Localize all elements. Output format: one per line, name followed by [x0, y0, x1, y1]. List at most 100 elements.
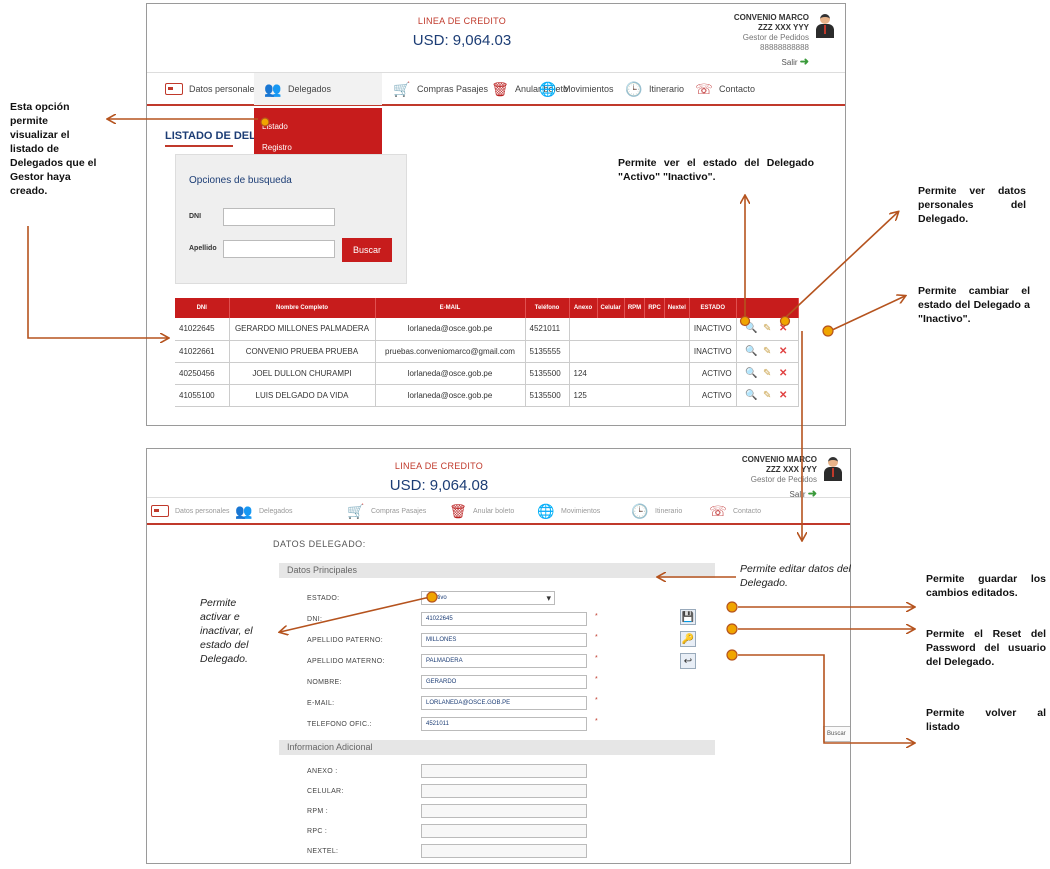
nav-label: Contacto [733, 507, 762, 515]
nav-datos-personales[interactable]: Datos personales [165, 73, 259, 105]
email-label: E-MAIL: [307, 700, 335, 707]
cell-status: ACTIVO [689, 384, 737, 407]
dni-label: DNI: [307, 616, 323, 623]
required-mark: * [595, 676, 598, 683]
nav-itinerario[interactable]: 🕒 Itinerario [631, 498, 682, 524]
dropdown-item-registro[interactable]: Registro [254, 131, 382, 152]
estado-select[interactable]: Inactivo [421, 591, 555, 605]
delegados-list-screenshot: LINEA DE CREDITO USD: 9,064.03 CONVENIO … [146, 3, 846, 426]
cell-anexo: 124 [569, 362, 690, 385]
user-avatar-icon [815, 14, 835, 38]
annotation-estado-view: Permite ver el estado del Delegado "Acti… [618, 157, 814, 183]
view-icon[interactable]: 🔍 [745, 346, 757, 357]
celular-field[interactable] [421, 784, 587, 798]
search-title: Opciones de busqueda [189, 175, 292, 186]
user-company: CONVENIO MARCO [733, 13, 809, 22]
delete-icon[interactable]: ✕ [777, 346, 789, 357]
nav-contacto[interactable]: ☏ Contacto [695, 73, 755, 105]
nextel-field[interactable] [421, 844, 587, 858]
save-button[interactable]: 💾 [680, 609, 696, 625]
delegados-table: DNI Nombre Completo E-MAIL Teléfono Anex… [175, 298, 799, 407]
id-card-icon [165, 83, 183, 95]
nav-compras-pasajes[interactable]: 🛒 Compras Pasajes [393, 73, 488, 105]
id-card-icon [151, 505, 169, 517]
buscar-button[interactable]: Buscar [342, 238, 392, 262]
telefono-field[interactable]: 4521011 [421, 717, 587, 731]
title-underline [165, 145, 233, 147]
apellido-label: Apellido [189, 245, 217, 252]
form-title: DATOS DELEGADO: [273, 539, 366, 549]
estado-label: ESTADO: [307, 595, 340, 602]
rpm-field[interactable] [421, 804, 587, 818]
user-role: Gestor de Pedidos [742, 33, 809, 42]
globe-icon: 🌐 [539, 80, 557, 97]
edit-icon[interactable]: ✎ [761, 390, 773, 401]
user-id: 88888888888 [760, 43, 809, 52]
credit-amount: USD: 9,064.03 [412, 32, 512, 49]
cell-name: GERARDO MILLONES PALMADERA [229, 318, 376, 341]
col-header: Nombre Completo [229, 298, 376, 318]
cell-anexo [569, 340, 690, 363]
logout-link[interactable]: Salir ➜ [707, 57, 809, 68]
section-informacion-adicional: Informacion Adicional [279, 740, 715, 755]
reset-password-button[interactable]: 🔑 [680, 631, 696, 647]
cell-name: LUIS DELGADO DA VIDA [229, 384, 376, 407]
dni-field[interactable]: 41022645 [421, 612, 587, 626]
back-icon: ↩ [683, 655, 693, 667]
buscar-button-cut[interactable]: Buscar [823, 726, 850, 742]
cell-tel: 4521011 [525, 318, 570, 341]
cell-actions: 🔍 ✎ ✕ [736, 318, 799, 341]
back-button[interactable]: ↩ [680, 653, 696, 669]
celular-label: CELULAR: [307, 788, 344, 795]
credit-line: LINEA DE CREDITO USD: 9,064.03 [402, 16, 522, 49]
cell-tel: 5135500 [525, 384, 570, 407]
nav-movimientos[interactable]: 🌐 Movimientos [539, 73, 613, 105]
nombre-field[interactable]: GERARDO [421, 675, 587, 689]
nav-compras-pasajes[interactable]: 🛒 Compras Pasajes [347, 498, 426, 524]
user-avatar-icon [823, 457, 843, 481]
nav-delegados[interactable]: 👥 Delegados [254, 73, 382, 105]
apellido-paterno-field[interactable]: MILLONES [421, 633, 587, 647]
email-field[interactable]: LORLANEDA@OSCE.GOB.PE [421, 696, 587, 710]
apellido-materno-field[interactable]: PALMADERA [421, 654, 587, 668]
user-info: CONVENIO MARCO ZZZ XXX YYY Gestor de Ped… [717, 455, 817, 500]
save-icon: 💾 [681, 611, 695, 623]
cell-tel: 5135555 [525, 340, 570, 363]
nav-itinerario[interactable]: 🕒 Itinerario [625, 73, 684, 105]
nav-label: Itinerario [649, 84, 685, 94]
apellido-input[interactable] [223, 240, 335, 258]
table-row: 41022645 GERARDO MILLONES PALMADERA lorl… [175, 318, 799, 341]
edit-icon[interactable]: ✎ [761, 323, 773, 334]
dropdown-item-listado[interactable]: Listado [254, 108, 382, 131]
nav-label: Movimientos [561, 507, 601, 515]
annotation-datos-view: Permite ver datos personales del Delegad… [918, 185, 1026, 225]
annotation-guardar: Permite guardar los cambios editados. [926, 573, 1046, 599]
nav-anular-boleto[interactable]: 🗑 Anular boleto [449, 498, 514, 524]
delete-icon[interactable]: ✕ [777, 323, 789, 334]
delete-icon[interactable]: ✕ [777, 390, 789, 401]
edit-icon[interactable]: ✎ [761, 346, 773, 357]
cell-dni: 40250456 [175, 362, 230, 385]
dni-label: DNI [189, 213, 202, 220]
annotation-activar: Permite activar e inactivar, el estado d… [200, 597, 253, 665]
nav-datos-personales[interactable]: Datos personales [151, 498, 229, 524]
rpc-field[interactable] [421, 824, 587, 838]
edit-icon[interactable]: ✎ [761, 368, 773, 379]
nav-contacto[interactable]: ☏ Contacto [709, 498, 761, 524]
clock-icon: 🕒 [625, 80, 643, 97]
user-name: ZZZ XXX YYY [758, 23, 809, 32]
view-icon[interactable]: 🔍 [745, 323, 757, 334]
credit-amount: USD: 9,064.08 [389, 477, 489, 494]
nav-label: Delegados [288, 84, 332, 94]
dni-input[interactable] [223, 208, 335, 226]
view-icon[interactable]: 🔍 [745, 368, 757, 379]
anexo-field[interactable] [421, 764, 587, 778]
view-icon[interactable]: 🔍 [745, 390, 757, 401]
nav-delegados[interactable]: 👥 Delegados [235, 498, 292, 524]
search-panel: Opciones de busqueda DNI Apellido Buscar [175, 154, 407, 284]
delete-icon[interactable]: ✕ [777, 368, 789, 379]
annotation-editar: Permite editar datos del Delegado. [740, 563, 851, 589]
nav-movimientos[interactable]: 🌐 Movimientos [537, 498, 600, 524]
table-row: 40250456 JOEL DULLON CHURAMPI lorlaneda@… [175, 362, 799, 385]
col-header: Celular [597, 298, 625, 318]
